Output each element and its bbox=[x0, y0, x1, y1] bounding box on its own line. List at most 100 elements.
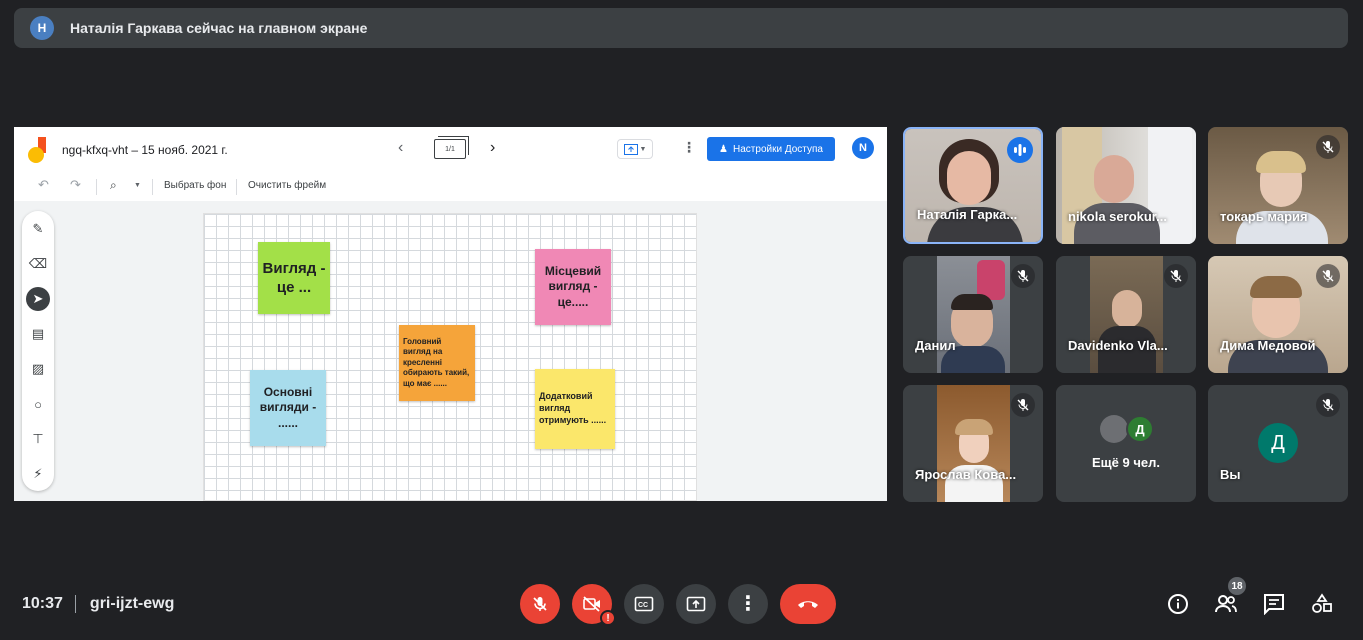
next-frame-icon[interactable]: › bbox=[490, 139, 495, 157]
undo-icon[interactable]: ↶ bbox=[38, 177, 49, 193]
chat-icon[interactable] bbox=[1262, 592, 1286, 616]
jam-title[interactable]: ngq-kfxq-vht – 15 нояб. 2021 г. bbox=[62, 143, 228, 157]
more-participants-tile[interactable]: Д Ещё 9 чел. bbox=[1056, 385, 1196, 502]
meeting-details: 10:37 gri-ijzt-ewg bbox=[22, 595, 174, 613]
sticky-note[interactable]: Вигляд - це ... bbox=[258, 242, 330, 314]
meeting-info-icon[interactable] bbox=[1166, 592, 1190, 616]
jamboard-logo-icon bbox=[28, 137, 46, 163]
toolbar-divider bbox=[152, 179, 153, 195]
participants-count-badge: 18 bbox=[1228, 577, 1246, 595]
people-icon[interactable] bbox=[1214, 592, 1238, 616]
participant-name: токарь мария bbox=[1220, 209, 1308, 224]
participant-thumb-avatar bbox=[1100, 415, 1128, 443]
participant-name: Ярослав Кова... bbox=[915, 467, 1017, 482]
toolbar-divider bbox=[96, 179, 97, 195]
drawing-tools: ✎ ⌫ ➤ ▤ ▨ ○ ⊤ ⚡ bbox=[22, 211, 54, 491]
user-avatar[interactable]: N bbox=[852, 137, 874, 159]
frame-counter: 1/1 bbox=[445, 145, 455, 153]
circle-icon[interactable]: ○ bbox=[26, 392, 50, 416]
clear-frame-button[interactable]: Очистить фрейм bbox=[248, 180, 326, 191]
mic-off-icon bbox=[1316, 393, 1340, 417]
activities-icon[interactable] bbox=[1310, 592, 1334, 616]
laser-icon[interactable]: ⚡ bbox=[26, 462, 50, 486]
eraser-icon[interactable]: ⌫ bbox=[26, 252, 50, 276]
participant-tile[interactable]: Ярослав Кова... bbox=[903, 385, 1043, 502]
captions-icon: CC bbox=[634, 596, 654, 612]
image-icon[interactable]: ▨ bbox=[26, 357, 50, 381]
share-button-label: Настройки Доступа bbox=[733, 143, 823, 155]
camera-off-icon bbox=[583, 596, 600, 612]
participant-name: Вы bbox=[1220, 467, 1241, 482]
participant-thumb-avatar: Д bbox=[1126, 415, 1154, 443]
meeting-code: gri-ijzt-ewg bbox=[89, 595, 175, 612]
divider bbox=[74, 595, 76, 613]
camera-toggle-button[interactable]: ! bbox=[572, 584, 616, 626]
sticky-note[interactable]: Місцевий вигляд - це..... bbox=[535, 249, 611, 325]
participant-video bbox=[937, 385, 1010, 502]
participant-tile[interactable]: Дима Медовой bbox=[1208, 256, 1348, 373]
self-avatar: Д bbox=[1258, 423, 1298, 463]
sticky-note[interactable]: Додатковий вигляд отримують ...... bbox=[535, 369, 615, 449]
zoom-dropdown-icon[interactable]: ▼ bbox=[134, 182, 141, 189]
mic-off-icon bbox=[1164, 264, 1188, 288]
presenting-banner: Н Наталія Гаркава сейчас на главном экра… bbox=[14, 8, 1348, 48]
set-background-button[interactable]: Выбрать фон bbox=[164, 180, 226, 191]
toolbar-divider bbox=[236, 179, 237, 195]
captions-button[interactable]: CC bbox=[624, 584, 664, 624]
sticky-note-icon[interactable]: ▤ bbox=[26, 322, 50, 346]
pen-icon[interactable]: ✎ bbox=[26, 217, 50, 241]
participant-video bbox=[1090, 256, 1163, 373]
jamboard-canvas: ✎ ⌫ ➤ ▤ ▨ ○ ⊤ ⚡ Вигляд - це ... Місцевий… bbox=[14, 201, 887, 501]
participant-tile[interactable]: токарь мария bbox=[1208, 127, 1348, 244]
presenter-avatar: Н bbox=[30, 16, 54, 40]
participant-tile[interactable]: Наталія Гарка... bbox=[903, 127, 1043, 244]
chevron-down-icon: ▼ bbox=[639, 145, 647, 153]
call-end-icon bbox=[798, 601, 818, 608]
present-icon bbox=[686, 596, 706, 612]
jamboard-toolbar: ↶ ↷ ⌕ ▼ Выбрать фон Очистить фрейм bbox=[14, 173, 887, 201]
jamboard-header: ngq-kfxq-vht – 15 нояб. 2021 г. ‹ 1/1 › … bbox=[14, 127, 887, 171]
participant-tile[interactable]: Данил bbox=[903, 256, 1043, 373]
warning-icon: ! bbox=[600, 610, 616, 626]
participant-name: Данил bbox=[915, 338, 956, 353]
redo-icon[interactable]: ↷ bbox=[70, 177, 81, 193]
whiteboard-frame[interactable]: Вигляд - це ... Місцевий вигляд - це....… bbox=[203, 213, 697, 501]
participant-video bbox=[937, 256, 1010, 373]
leave-call-button[interactable] bbox=[780, 584, 836, 624]
more-participants-label: Ещё 9 чел. bbox=[1092, 455, 1160, 470]
mic-toggle-button[interactable] bbox=[520, 584, 560, 624]
previous-frame-icon[interactable]: ‹ bbox=[398, 139, 403, 157]
shared-screen: ngq-kfxq-vht – 15 нояб. 2021 г. ‹ 1/1 › … bbox=[14, 127, 887, 501]
text-box-icon[interactable]: ⊤ bbox=[26, 427, 50, 451]
mic-off-icon bbox=[1011, 393, 1035, 417]
sticky-note[interactable]: Основні вигляди - ...... bbox=[250, 370, 326, 446]
present-dropdown[interactable]: ▼ bbox=[617, 139, 653, 159]
speaking-indicator-icon bbox=[1007, 137, 1033, 163]
participant-tile[interactable]: nikola serokur... bbox=[1056, 127, 1196, 244]
more-vert-icon: ⋮ bbox=[738, 593, 758, 615]
sticky-note[interactable]: Головний вигляд на кресленні обирають та… bbox=[399, 325, 475, 401]
select-icon[interactable]: ➤ bbox=[26, 287, 50, 311]
mic-off-icon bbox=[1316, 264, 1340, 288]
self-tile[interactable]: Д Вы bbox=[1208, 385, 1348, 502]
more-options-button[interactable]: ⋮ bbox=[728, 584, 768, 624]
zoom-icon[interactable]: ⌕ bbox=[110, 178, 117, 193]
mic-off-icon bbox=[533, 597, 547, 611]
participant-tile[interactable]: Davidenko Vla... bbox=[1056, 256, 1196, 373]
presenting-banner-text: Наталія Гаркава сейчас на главном экране bbox=[70, 20, 368, 36]
participant-name: Дима Медовой bbox=[1220, 338, 1316, 353]
share-button[interactable]: ♟ Настройки Доступа bbox=[707, 137, 835, 161]
clock-time: 10:37 bbox=[22, 595, 63, 612]
present-now-button[interactable] bbox=[676, 584, 716, 624]
mic-off-icon bbox=[1011, 264, 1035, 288]
participant-video bbox=[1056, 127, 1196, 244]
present-icon bbox=[623, 143, 638, 155]
participant-name: Наталія Гарка... bbox=[917, 207, 1018, 222]
more-options-icon[interactable]: ⋮ bbox=[682, 139, 696, 156]
mic-off-icon bbox=[1316, 135, 1340, 159]
lock-person-icon: ♟ bbox=[719, 143, 729, 155]
svg-text:CC: CC bbox=[638, 602, 648, 609]
participant-name: Davidenko Vla... bbox=[1068, 338, 1168, 353]
frame-bar-toggle[interactable]: 1/1 bbox=[434, 136, 469, 159]
participant-name: nikola serokur... bbox=[1068, 209, 1167, 224]
